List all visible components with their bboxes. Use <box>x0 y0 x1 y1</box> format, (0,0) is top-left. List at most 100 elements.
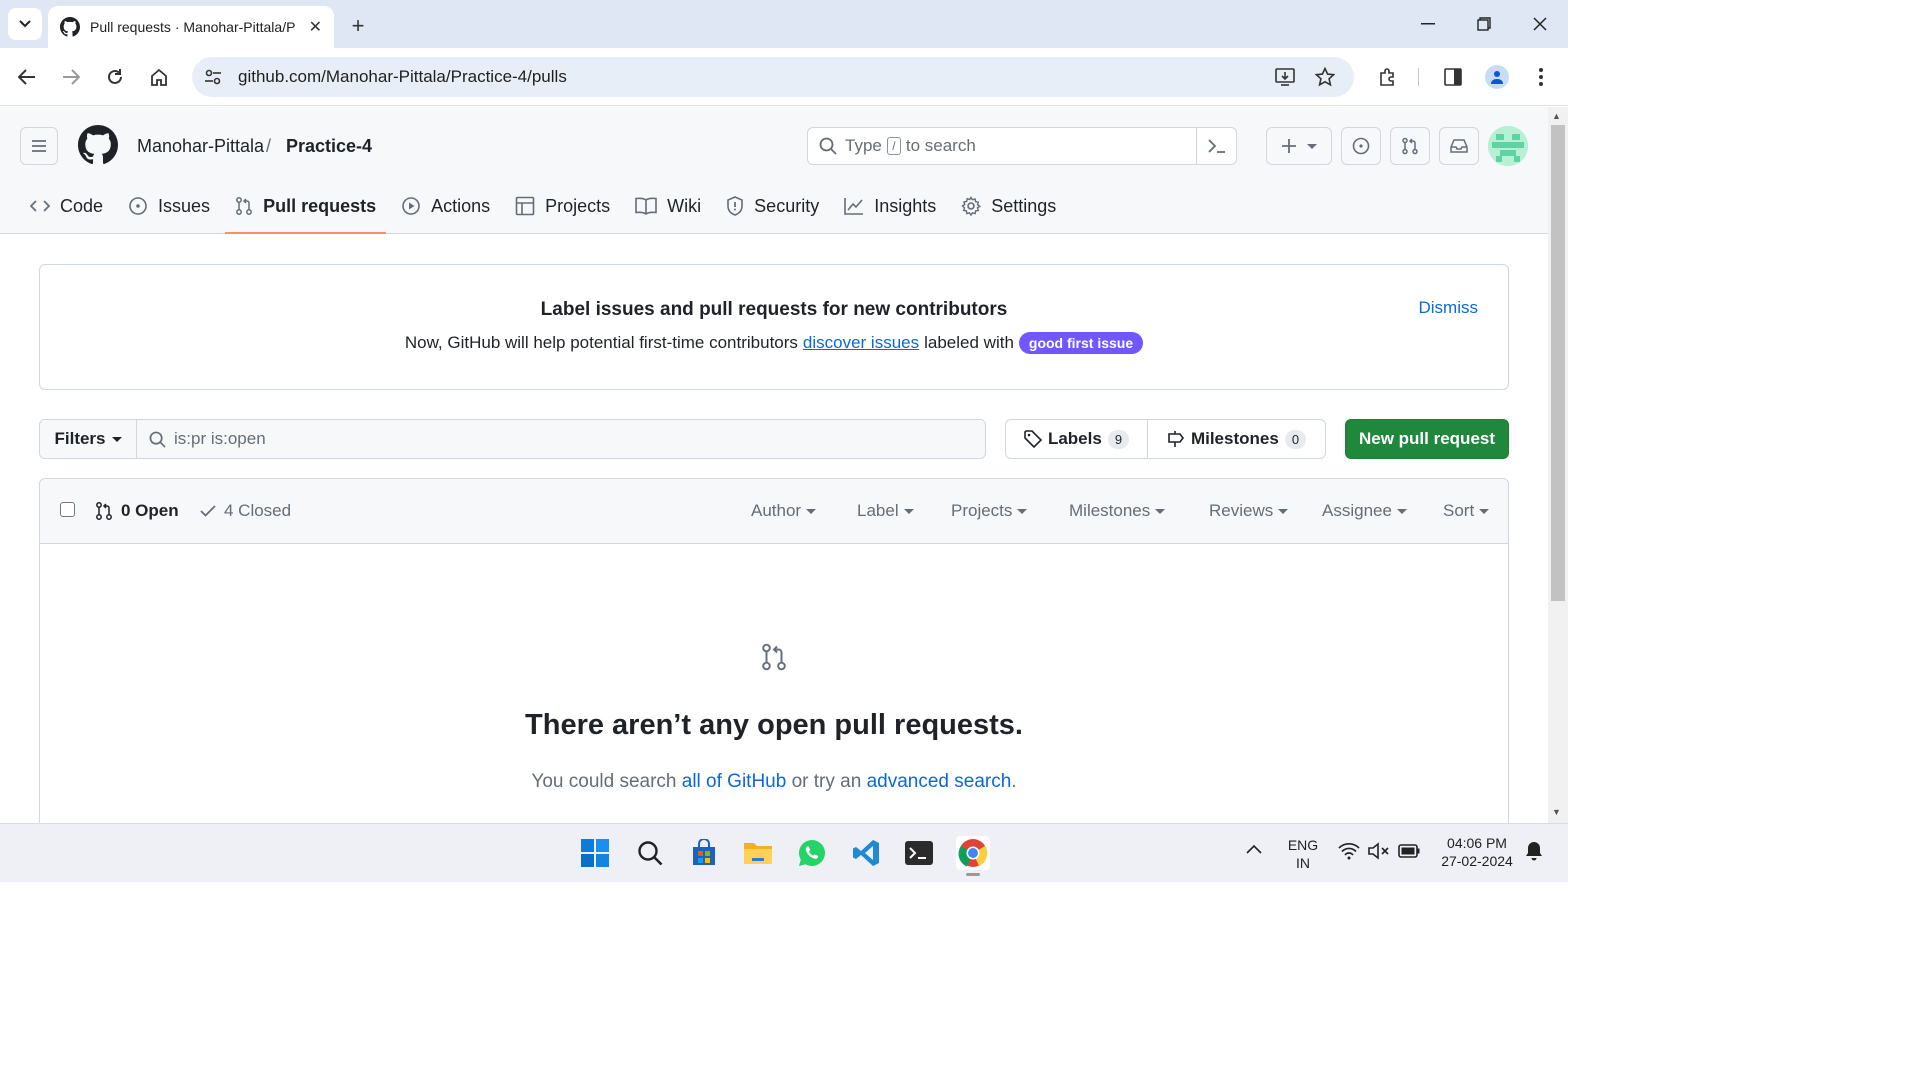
breadcrumb-owner[interactable]: Manohar-Pittala <box>137 136 264 157</box>
start-button[interactable] <box>578 836 612 870</box>
language-code: ENG <box>1287 837 1319 853</box>
inbox-button[interactable] <box>1439 127 1479 165</box>
wifi-status[interactable] <box>1338 842 1360 860</box>
tab-wiki[interactable]: Wiki <box>625 185 711 227</box>
dismiss-button[interactable]: Dismiss <box>1419 298 1479 318</box>
issues-button[interactable] <box>1341 127 1381 165</box>
tab-pull-requests[interactable]: Pull requests <box>225 185 387 234</box>
new-tab-button[interactable]: + <box>344 12 372 40</box>
breadcrumb-repo[interactable]: Practice-4 <box>286 136 372 157</box>
chrome-app[interactable] <box>956 836 990 876</box>
address-bar[interactable]: github.com/Manohar-Pittala/Practice-4/pu… <box>192 57 1354 97</box>
url-text[interactable]: github.com/Manohar-Pittala/Practice-4/pu… <box>238 67 567 87</box>
scroll-down-icon[interactable]: ▼ <box>1552 807 1561 817</box>
puzzle-icon <box>1380 68 1394 86</box>
chrome-menu-button[interactable] <box>1526 62 1556 92</box>
tab-security[interactable]: Security <box>716 185 829 227</box>
tab-actions-label: Actions <box>431 195 491 216</box>
blankslate-text: You could search all of GitHub or try an… <box>40 771 1508 793</box>
projects-label: Projects <box>951 501 1013 520</box>
label-dropdown[interactable]: Label <box>857 501 914 521</box>
tab-projects[interactable]: Projects <box>505 185 620 227</box>
new-pull-request-button[interactable]: New pull request <box>1345 419 1509 459</box>
vscode-app[interactable] <box>849 836 883 870</box>
tab-close-icon[interactable]: ✕ <box>309 17 322 37</box>
forward-button[interactable] <box>56 62 86 92</box>
author-dropdown[interactable]: Author <box>751 501 817 521</box>
labels-button[interactable]: Labels 9 <box>1006 420 1148 458</box>
global-search-input[interactable]: Type / to search <box>807 127 1237 165</box>
sort-dropdown[interactable]: Sort <box>1443 501 1490 521</box>
tab-settings[interactable]: Settings <box>951 185 1066 227</box>
file-explorer-app[interactable] <box>741 836 775 870</box>
user-avatar[interactable] <box>1488 126 1528 166</box>
battery-status[interactable] <box>1398 844 1420 858</box>
clock-date: 27-02-2024 <box>1441 853 1513 869</box>
browser-tab[interactable]: Pull requests · Manohar-Pittala/Practice… <box>48 6 334 48</box>
milestones-button[interactable]: Milestones 0 <box>1148 420 1325 458</box>
filter-query-input[interactable] <box>174 429 874 449</box>
blankslate-text-middle: or try an <box>791 771 862 792</box>
whatsapp-app[interactable] <box>795 836 829 870</box>
site-info-button[interactable] <box>194 58 232 96</box>
taskbar-search-button[interactable] <box>633 836 667 870</box>
all-of-github-link[interactable]: all of GitHub <box>682 771 787 792</box>
reviews-dropdown[interactable]: Reviews <box>1209 501 1289 521</box>
volume-status[interactable] <box>1368 842 1390 860</box>
home-button[interactable] <box>144 62 174 92</box>
tab-search-button[interactable] <box>8 8 42 40</box>
author-label: Author <box>751 501 802 520</box>
discover-issues-link[interactable]: discover issues <box>803 333 919 353</box>
banner-text: Now, GitHub will help potential first-ti… <box>40 332 1508 354</box>
page-scrollbar[interactable]: ▲ ▼ <box>1548 107 1568 823</box>
show-hidden-icons-button[interactable] <box>1246 844 1262 854</box>
close-window-button[interactable] <box>1526 10 1554 38</box>
good-first-issue-label: good first issue <box>1018 332 1144 354</box>
command-palette-button[interactable] <box>1196 128 1236 164</box>
notifications-button[interactable] <box>1524 840 1544 862</box>
tab-actions[interactable]: Actions <box>391 185 500 227</box>
tab-code[interactable]: Code <box>20 185 113 227</box>
install-icon <box>1275 68 1295 86</box>
scrollbar-thumb[interactable] <box>1551 125 1565 601</box>
bookmark-button[interactable] <box>1310 62 1340 92</box>
filters-dropdown[interactable]: Filters <box>40 420 137 458</box>
terminal-icon <box>1207 139 1225 153</box>
clock[interactable]: 04:06 PM 27-02-2024 <box>1434 834 1520 870</box>
filter-search[interactable] <box>137 420 985 458</box>
create-new-button[interactable] <box>1266 127 1332 165</box>
tab-pull-requests-label: Pull requests <box>263 195 377 216</box>
install-app-button[interactable] <box>1270 62 1300 92</box>
projects-dropdown[interactable]: Projects <box>951 501 1028 521</box>
microsoft-store-app[interactable] <box>687 836 721 870</box>
repo-nav: Code Issues Pull requests Actions Projec… <box>20 185 1071 234</box>
minimize-button[interactable] <box>1414 10 1442 38</box>
closed-filter-link[interactable]: 4 Closed <box>200 501 291 521</box>
minimize-icon <box>1421 23 1435 25</box>
side-panel-button[interactable] <box>1438 62 1468 92</box>
language-indicator[interactable]: ENG IN <box>1284 836 1322 872</box>
profile-button[interactable] <box>1482 62 1512 92</box>
reload-button[interactable] <box>100 62 130 92</box>
advanced-search-link[interactable]: advanced search <box>867 771 1012 792</box>
pull-requests-button[interactable] <box>1390 127 1430 165</box>
github-logo-link[interactable] <box>78 125 118 165</box>
terminal-app[interactable] <box>902 836 936 870</box>
pull-request-icon <box>236 197 253 215</box>
folder-icon <box>744 843 772 864</box>
tab-insights[interactable]: Insights <box>834 185 946 227</box>
assignee-dropdown[interactable]: Assignee <box>1322 501 1407 521</box>
milestones-dropdown[interactable]: Milestones <box>1069 501 1166 521</box>
tab-issues[interactable]: Issues <box>118 185 220 227</box>
closed-count: 4 Closed <box>224 501 292 520</box>
extensions-button[interactable] <box>1373 62 1403 92</box>
restore-button[interactable] <box>1470 10 1498 38</box>
tab-security-label: Security <box>754 195 820 216</box>
menu-button[interactable] <box>20 127 58 165</box>
caret-down-icon <box>1278 508 1289 514</box>
scroll-up-icon[interactable]: ▲ <box>1552 111 1561 121</box>
back-button[interactable] <box>12 62 42 92</box>
open-filter-link[interactable]: 0 Open <box>95 501 179 521</box>
select-all-checkbox[interactable] <box>60 502 75 517</box>
person-icon <box>1491 71 1503 84</box>
